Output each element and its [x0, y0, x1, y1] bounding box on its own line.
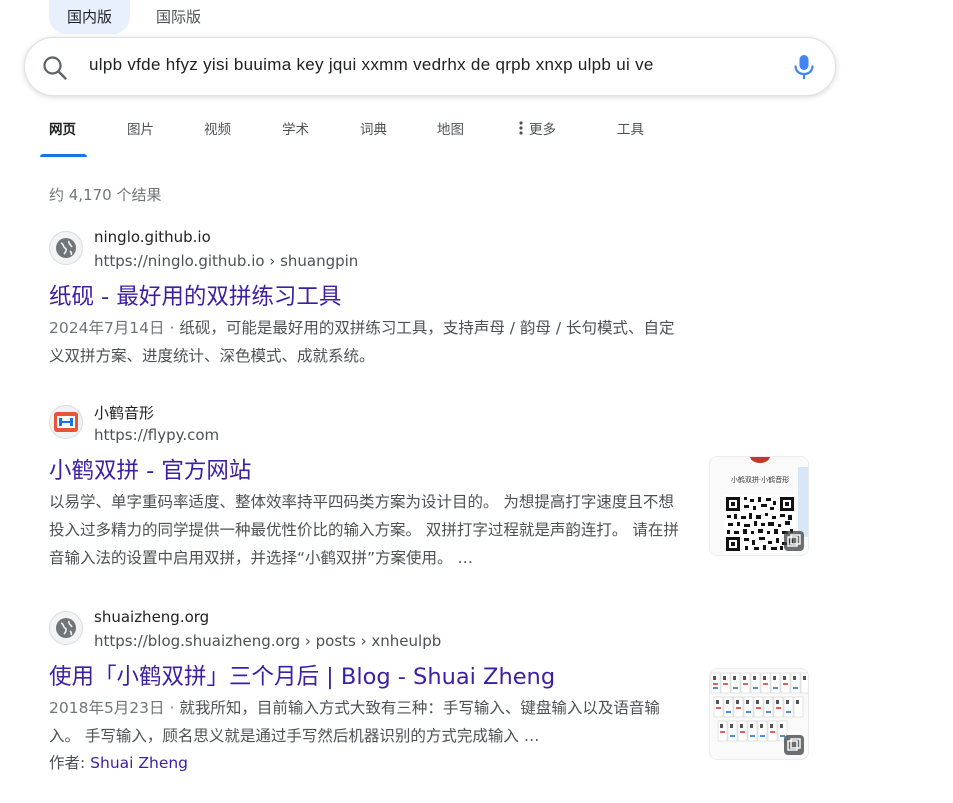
result-thumbnail-keyboard[interactable]	[709, 668, 809, 760]
result-site-row[interactable]: ninglo.github.io https://ninglo.github.i…	[49, 228, 809, 276]
result-snippet: 以易学、单字重码率适度、整体效率持平四码类方案为设计目的。 为想提高打字速度且不…	[49, 493, 679, 567]
result-thumbnail-qrcode[interactable]: 小鹤双拼·小鹤音形	[709, 456, 809, 556]
result-snippet: 2018年5月23日 · 就我所知，目前输入方式大致有三种：手写输入、键盘输入以…	[49, 694, 689, 750]
active-tab-indicator	[40, 154, 87, 157]
microphone-icon[interactable]	[791, 52, 817, 82]
tab-tools[interactable]: 工具	[617, 118, 644, 138]
result-site-name: 小鹤音形	[94, 404, 155, 422]
result-site-name: shuaizheng.org	[94, 608, 210, 626]
search-result: shuaizheng.org https://blog.shuaizheng.o…	[49, 608, 809, 776]
result-title-link[interactable]: 纸砚 - 最好用的双拼练习工具	[49, 282, 809, 312]
search-icon[interactable]	[41, 54, 69, 82]
globe-icon	[49, 611, 83, 645]
result-url: https://blog.shuaizheng.org › posts › xn…	[94, 632, 442, 650]
results-count: 约 4,170 个结果	[49, 186, 162, 204]
search-nav-tabs: 网页 图片 视频 学术 词典 地图 更多 工具	[49, 118, 949, 158]
result-title-link[interactable]: 使用「小鹤双拼」三个月后 | Blog - Shuai Zheng	[49, 662, 809, 692]
tab-more[interactable]: 更多	[519, 118, 556, 138]
result-author-label: 作者:	[49, 754, 91, 772]
result-author-link[interactable]: Shuai Zheng	[90, 754, 188, 772]
result-date: 2024年7月14日 ·	[49, 319, 180, 337]
region-tab-domestic[interactable]: 国内版	[49, 0, 131, 34]
tab-maps[interactable]: 地图	[437, 118, 464, 138]
region-tabs: 国内版 国际版	[49, 0, 219, 34]
result-site-name: ninglo.github.io	[94, 228, 211, 246]
tab-images[interactable]: 图片	[127, 118, 154, 138]
result-date: 2018年5月23日 ·	[49, 699, 180, 717]
result-url: https://flypy.com	[94, 426, 220, 444]
more-vertical-icon	[519, 121, 523, 135]
expand-image-icon[interactable]	[784, 531, 804, 551]
tab-more-label: 更多	[529, 122, 556, 138]
result-site-row[interactable]: 小鹤音形 https://flypy.com	[49, 402, 809, 450]
search-result: ninglo.github.io https://ninglo.github.i…	[49, 228, 809, 370]
result-title-link[interactable]: 小鹤双拼 - 官方网站	[49, 456, 809, 486]
result-site-row[interactable]: shuaizheng.org https://blog.shuaizheng.o…	[49, 608, 809, 656]
result-author: 作者: Shuai Zheng	[49, 750, 809, 776]
globe-icon	[49, 231, 83, 265]
search-result: 小鹤音形 https://flypy.com 小鹤双拼 - 官方网站 以易学、单…	[49, 402, 809, 572]
tab-dictionary[interactable]: 词典	[360, 118, 387, 138]
tab-academic[interactable]: 学术	[282, 118, 309, 138]
region-tab-international[interactable]: 国际版	[138, 0, 219, 34]
search-box[interactable]: ulpb vfde hfyz yisi buuima key jqui xxmm…	[24, 37, 836, 96]
result-snippet: 2024年7月14日 · 纸砚，可能是最好用的双拼练习工具，支持声母 / 韵母 …	[49, 314, 689, 370]
search-input[interactable]: ulpb vfde hfyz yisi buuima key jqui xxmm…	[89, 55, 749, 79]
tab-web[interactable]: 网页	[49, 118, 76, 138]
result-url: https://ninglo.github.io › shuangpin	[94, 252, 359, 270]
tab-videos[interactable]: 视频	[204, 118, 231, 138]
expand-image-icon[interactable]	[784, 735, 804, 755]
flypy-logo-icon	[49, 405, 83, 439]
thumbnail-caption: 小鹤双拼·小鹤音形	[730, 476, 790, 484]
